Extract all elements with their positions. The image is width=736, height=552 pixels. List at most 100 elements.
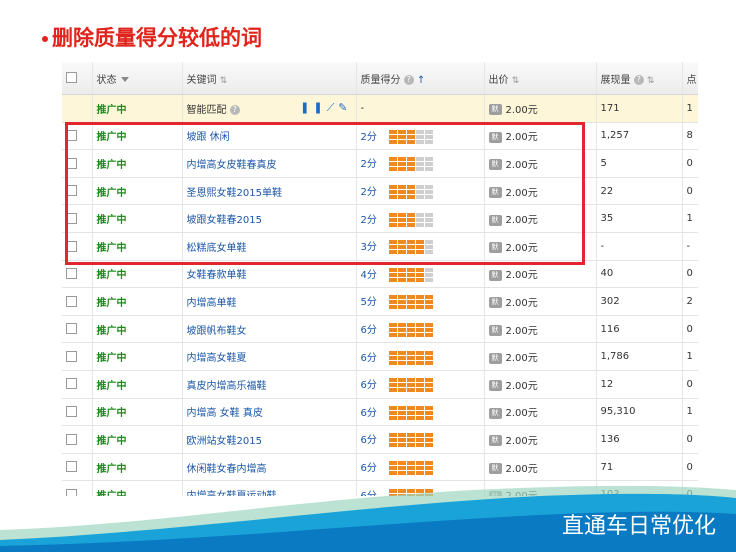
quality-score-value[interactable]: 6分: [361, 321, 389, 336]
default-bid-icon: 默: [488, 352, 502, 364]
table-row[interactable]: 推广中 坡跟帆布鞋女 6分 默 2.00元 116 0: [62, 315, 698, 344]
help-icon[interactable]: ?: [403, 74, 414, 85]
row-checkbox[interactable]: [66, 323, 77, 335]
quality-score-value[interactable]: 2分: [361, 183, 389, 198]
row-checkbox[interactable]: [66, 212, 77, 224]
quality-score-value[interactable]: 3分: [361, 238, 389, 253]
table-row[interactable]: 推广中 松糕底女单鞋 3分默 2.00元 - -: [62, 232, 698, 261]
help-icon[interactable]: ?: [229, 104, 240, 115]
row-checkbox[interactable]: [66, 350, 77, 362]
table-row[interactable]: 推广中 真皮内增高乐福鞋 6分 默 2.00元 12 0: [62, 370, 698, 399]
checkbox-cell[interactable]: [62, 342, 93, 371]
edit-icon[interactable]: ✎: [338, 101, 351, 114]
checkbox-cell[interactable]: [62, 315, 93, 344]
checkbox-cell[interactable]: [62, 425, 93, 454]
quality-score-value[interactable]: 6分: [361, 376, 389, 391]
checkbox-cell[interactable]: [62, 149, 93, 178]
table-row[interactable]: 推广中 内增高单鞋 5分 默 2.00元 302 2: [62, 287, 698, 316]
header-bid[interactable]: 出价 ⇅: [484, 62, 597, 95]
bid-cell[interactable]: 默2.00元: [484, 260, 597, 289]
bid-cell[interactable]: 默2.00元: [484, 177, 597, 206]
select-all-cell[interactable]: [62, 62, 93, 95]
row-checkbox[interactable]: [66, 130, 77, 142]
row-checkbox[interactable]: [66, 406, 77, 418]
quality-score-value[interactable]: 4分: [361, 266, 389, 281]
bid-cell[interactable]: 默2.00元: [484, 315, 597, 344]
sort-icon[interactable]: ⇅: [647, 76, 655, 86]
bid-cell[interactable]: 默2.00元: [484, 232, 597, 261]
row-checkbox[interactable]: [66, 157, 77, 169]
checkbox-cell[interactable]: [62, 370, 93, 399]
row-checkbox[interactable]: [66, 433, 77, 445]
keyword-cell[interactable]: 内增高女鞋夏: [182, 342, 357, 371]
header-keyword[interactable]: 关键词 ⇅: [182, 62, 357, 95]
tool-icons[interactable]: ❚❚⟋✎: [300, 101, 351, 115]
chevron-down-icon[interactable]: [120, 77, 129, 82]
quality-score-value[interactable]: 6分: [361, 349, 389, 364]
row-checkbox[interactable]: [66, 295, 77, 307]
keyword-table-container[interactable]: 状态 关键词 ⇅ 质量得分 ? ↑ 出价 ⇅ 展现量 ? ⇅ 点 推广中 智能匹…: [62, 62, 698, 496]
quality-score-value[interactable]: 2分: [361, 155, 389, 170]
table-row[interactable]: 推广中 内增高 女鞋 真皮 6分 默 2.00元 95,310 1: [62, 398, 698, 427]
checkbox-cell[interactable]: [62, 287, 93, 316]
bid-cell[interactable]: 默2.00元: [484, 287, 597, 316]
keyword-cell[interactable]: 内增高单鞋: [182, 287, 357, 316]
bid-cell[interactable]: 默2.00元: [484, 149, 597, 178]
bid-cell[interactable]: 默2.00元: [484, 122, 597, 151]
keyword-cell[interactable]: 坡跟帆布鞋女: [182, 315, 357, 344]
checkbox-cell[interactable]: [62, 177, 93, 206]
keyword-cell[interactable]: 女鞋春款单鞋: [182, 260, 357, 289]
status-cell: 推广中: [92, 232, 183, 261]
table-row[interactable]: 推广中 圣恩熙女鞋2015单鞋 2分 默 2.00元 22 0: [62, 177, 698, 206]
table-row[interactable]: 推广中 坡跟 休闲 2分 默 2.00元 1,257 8: [62, 122, 698, 151]
row-checkbox[interactable]: [66, 240, 77, 252]
select-all-checkbox[interactable]: [66, 72, 77, 84]
table-row[interactable]: 推广中 欧洲站女鞋2015 6分 默 2.00元 136 0: [62, 425, 698, 454]
keyword-cell[interactable]: 内增高 女鞋 真皮: [182, 398, 357, 427]
row-checkbox[interactable]: [66, 185, 77, 197]
quality-score-value[interactable]: 6分: [361, 404, 389, 419]
table-row[interactable]: 推广中 内增高女皮鞋春真皮 2分 默 2.00元 5 0: [62, 149, 698, 178]
bid-cell[interactable]: 默2.00元: [484, 204, 597, 233]
help-icon[interactable]: ?: [633, 74, 644, 85]
keyword-cell[interactable]: 真皮内增高乐福鞋: [182, 370, 357, 399]
table-row[interactable]: 推广中 坡跟女鞋春2015 2分 默 2.00元 35 1: [62, 204, 698, 233]
keyword-cell[interactable]: 坡跟 休闲: [182, 122, 357, 151]
keyword-cell[interactable]: 欧洲站女鞋2015: [182, 425, 357, 454]
bid-cell[interactable]: 默2.00元: [484, 342, 597, 371]
bid-cell[interactable]: 默2.00元: [484, 425, 597, 454]
default-bid-icon: 默: [488, 187, 502, 199]
header-impressions[interactable]: 展现量 ? ⇅: [596, 62, 683, 95]
sort-icon[interactable]: ⇅: [220, 76, 228, 86]
sort-up-icon[interactable]: ↑: [417, 75, 425, 86]
smart-match-row[interactable]: 推广中 智能匹配 ? ❚❚⟋✎ - 默 2.00元 171 1: [62, 94, 698, 123]
sort-icon[interactable]: ⇅: [512, 76, 520, 86]
chart-icon[interactable]: ⟋: [327, 101, 339, 114]
checkbox-cell[interactable]: [62, 122, 93, 151]
quality-score-value[interactable]: 5分: [361, 293, 389, 308]
impressions-cell: 35: [596, 204, 683, 233]
bid-cell[interactable]: 默2.00元: [484, 94, 597, 123]
checkbox-cell[interactable]: [62, 204, 93, 233]
header-status[interactable]: 状态: [92, 62, 183, 95]
quality-score-value[interactable]: 2分: [361, 211, 389, 226]
quality-score-cell: 2分: [356, 122, 485, 151]
pause-icon[interactable]: ❚❚: [300, 101, 326, 114]
bid-cell[interactable]: 默2.00元: [484, 398, 597, 427]
quality-score-value[interactable]: 6分: [361, 431, 389, 446]
table-row[interactable]: 推广中 内增高女鞋夏 6分 默 2.00元 1,786 1: [62, 342, 698, 371]
header-clicks[interactable]: 点: [682, 62, 698, 95]
row-checkbox[interactable]: [66, 378, 77, 390]
keyword-cell[interactable]: 松糕底女单鞋: [182, 232, 357, 261]
header-quality-score[interactable]: 质量得分 ? ↑: [356, 62, 485, 95]
quality-score-value[interactable]: 2分: [361, 128, 389, 143]
keyword-cell[interactable]: 圣恩熙女鞋2015单鞋: [182, 177, 357, 206]
keyword-cell[interactable]: 内增高女皮鞋春真皮: [182, 149, 357, 178]
checkbox-cell[interactable]: [62, 260, 93, 289]
checkbox-cell[interactable]: [62, 398, 93, 427]
row-checkbox[interactable]: [66, 268, 77, 280]
table-row[interactable]: 推广中 女鞋春款单鞋 4分 默 2.00元 40 0: [62, 260, 698, 289]
bid-cell[interactable]: 默2.00元: [484, 370, 597, 399]
checkbox-cell[interactable]: [62, 232, 93, 261]
keyword-cell[interactable]: 坡跟女鞋春2015: [182, 204, 357, 233]
